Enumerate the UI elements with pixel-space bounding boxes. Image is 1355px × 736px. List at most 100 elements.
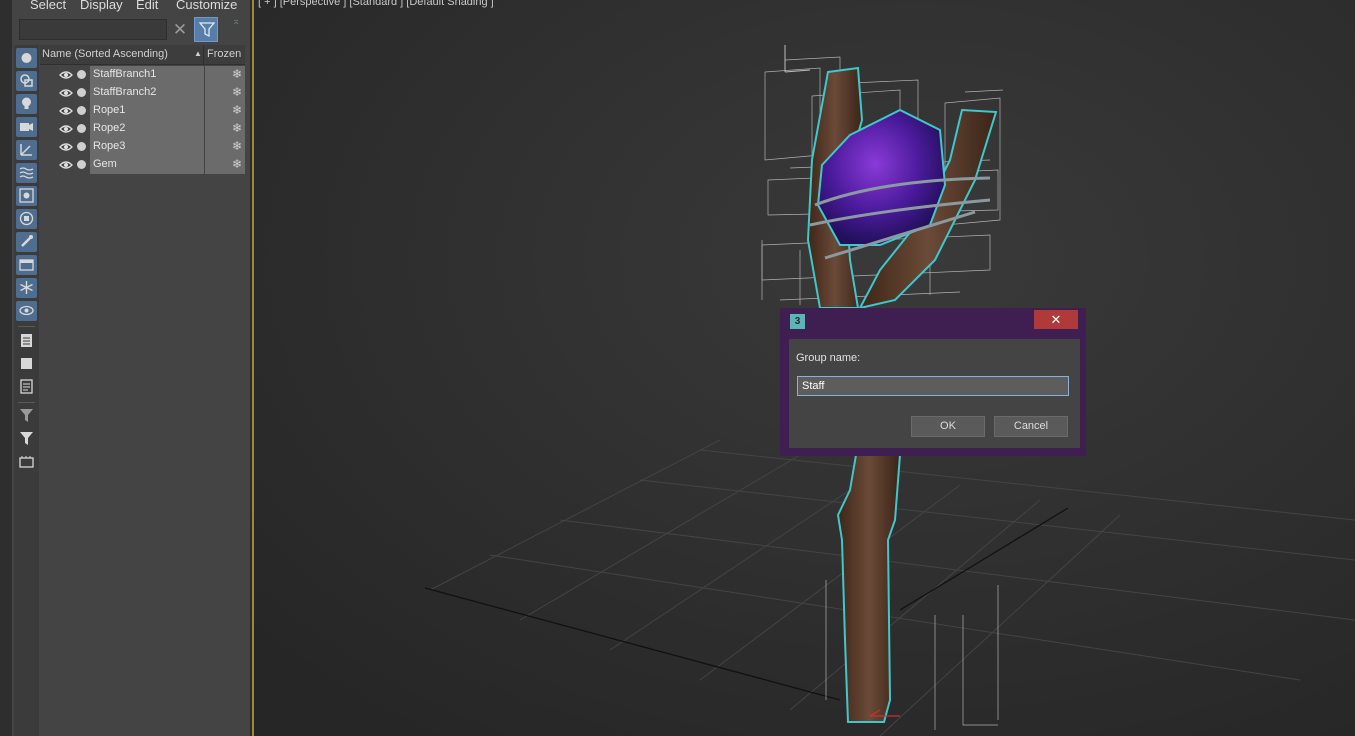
hidden-icon bbox=[19, 305, 34, 316]
snowflake-icon: ❄ bbox=[231, 103, 242, 117]
panel-edge bbox=[0, 0, 12, 736]
render-dot-icon[interactable] bbox=[77, 88, 86, 97]
filter-toggle-button[interactable] bbox=[194, 17, 218, 42]
toolbar-separator bbox=[18, 402, 35, 403]
filter-funnel-icon bbox=[20, 432, 33, 445]
display-lights-button[interactable] bbox=[16, 94, 37, 114]
frozen-cell[interactable]: ❄ bbox=[205, 156, 245, 174]
list-item[interactable]: StaffBranch1 ❄ bbox=[40, 66, 245, 84]
object-name: StaffBranch2 bbox=[93, 86, 157, 98]
pin-icon[interactable]: ⌅ bbox=[232, 16, 240, 27]
frozen-cell[interactable]: ❄ bbox=[205, 138, 245, 156]
layer-explorer-button[interactable] bbox=[16, 331, 37, 351]
object-name-cell[interactable]: Rope1 bbox=[90, 102, 204, 120]
render-dot-icon[interactable] bbox=[77, 106, 86, 115]
ok-button[interactable]: OK bbox=[911, 416, 985, 437]
viewport-label[interactable]: [ + ] [Perspective ] [Standard ] [Defaul… bbox=[258, 0, 494, 8]
visibility-eye-icon[interactable] bbox=[59, 160, 73, 170]
display-frozen-button[interactable] bbox=[16, 278, 37, 298]
visibility-eye-icon[interactable] bbox=[59, 88, 73, 98]
object-name-cell[interactable]: Rope2 bbox=[90, 120, 204, 138]
render-dot-icon[interactable] bbox=[77, 124, 86, 133]
visibility-eye-icon[interactable] bbox=[59, 142, 73, 152]
frozen-icon bbox=[20, 281, 33, 294]
display-xrefs-button[interactable] bbox=[16, 209, 37, 229]
render-dot-icon[interactable] bbox=[77, 160, 86, 169]
visibility-eye-icon[interactable] bbox=[59, 106, 73, 116]
list-item[interactable]: Rope3 ❄ bbox=[40, 138, 245, 156]
filter-icon bbox=[20, 409, 33, 422]
object-name: Rope1 bbox=[93, 104, 126, 116]
render-dot-icon[interactable] bbox=[77, 70, 86, 79]
app-logo-icon: 3 bbox=[790, 314, 805, 329]
snowflake-icon: ❄ bbox=[231, 139, 242, 153]
clear-search-icon[interactable]: ✕ bbox=[171, 19, 189, 41]
shape-icon bbox=[20, 74, 33, 87]
group-name-label: Group name: bbox=[796, 352, 861, 364]
bone-icon bbox=[21, 235, 33, 247]
list-item[interactable]: Rope2 ❄ bbox=[40, 120, 245, 138]
menu-edit[interactable]: Edit bbox=[136, 0, 158, 12]
spacewarp-icon bbox=[19, 167, 34, 179]
group-name-input[interactable] bbox=[797, 376, 1069, 396]
menu-display[interactable]: Display bbox=[80, 0, 123, 12]
list-header: Name (Sorted Ascending) ▲ Frozen bbox=[40, 45, 245, 65]
visibility-eye-icon[interactable] bbox=[59, 124, 73, 134]
explorer-menu-bar: Select Display Edit Customize bbox=[12, 0, 250, 14]
search-input[interactable] bbox=[19, 19, 167, 40]
properties-button[interactable] bbox=[16, 377, 37, 397]
xref-icon bbox=[19, 211, 34, 226]
snowflake-icon: ❄ bbox=[231, 85, 242, 99]
column-header-name[interactable]: Name (Sorted Ascending) bbox=[42, 48, 168, 60]
group-icon bbox=[19, 188, 34, 203]
list-item[interactable]: Gem ❄ bbox=[40, 156, 245, 174]
display-cameras-button[interactable] bbox=[16, 117, 37, 137]
funnel-button[interactable] bbox=[16, 429, 37, 449]
snowflake-icon: ❄ bbox=[231, 157, 242, 171]
explorer-toolbar bbox=[14, 45, 39, 736]
object-name-cell[interactable]: Gem bbox=[90, 156, 204, 174]
stop-icon bbox=[21, 358, 32, 369]
display-spacewarps-button[interactable] bbox=[16, 163, 37, 183]
object-name: StaffBranch1 bbox=[93, 68, 157, 80]
display-bones-button[interactable] bbox=[16, 232, 37, 252]
display-groups-button[interactable] bbox=[16, 186, 37, 206]
column-header-frozen[interactable]: Frozen bbox=[207, 48, 241, 60]
frozen-cell[interactable]: ❄ bbox=[205, 84, 245, 102]
display-geometry-button[interactable] bbox=[16, 48, 37, 68]
list-item[interactable]: Rope1 ❄ bbox=[40, 102, 245, 120]
snowflake-icon: ❄ bbox=[231, 121, 242, 135]
cancel-button[interactable]: Cancel bbox=[994, 416, 1068, 437]
viewport-active-border bbox=[252, 0, 254, 736]
helper-icon bbox=[20, 144, 32, 156]
properties-icon bbox=[20, 379, 33, 394]
list-item[interactable]: StaffBranch2 ❄ bbox=[40, 84, 245, 102]
container-icon bbox=[19, 259, 34, 271]
filter-icon bbox=[199, 22, 215, 38]
filter-options-button[interactable] bbox=[16, 406, 37, 426]
visibility-eye-icon[interactable] bbox=[59, 70, 73, 80]
dialog-close-button[interactable]: ✕ bbox=[1034, 310, 1078, 329]
toolbar-separator bbox=[18, 326, 35, 327]
render-dot-icon[interactable] bbox=[77, 142, 86, 151]
display-shapes-button[interactable] bbox=[16, 71, 37, 91]
object-name: Gem bbox=[93, 158, 117, 170]
frozen-cell[interactable]: ❄ bbox=[205, 120, 245, 138]
column-divider bbox=[203, 45, 204, 64]
display-containers-button[interactable] bbox=[16, 255, 37, 275]
menu-select[interactable]: Select bbox=[30, 0, 66, 12]
selection-set-icon bbox=[19, 456, 34, 468]
object-name-cell[interactable]: Rope3 bbox=[90, 138, 204, 156]
menu-customize[interactable]: Customize bbox=[176, 0, 237, 12]
object-name: Rope2 bbox=[93, 122, 126, 134]
object-name: Rope3 bbox=[93, 140, 126, 152]
object-name-cell[interactable]: StaffBranch2 bbox=[90, 84, 204, 102]
frozen-cell[interactable]: ❄ bbox=[205, 66, 245, 84]
object-name-cell[interactable]: StaffBranch1 bbox=[90, 66, 204, 84]
display-helpers-button[interactable] bbox=[16, 140, 37, 160]
display-hidden-button[interactable] bbox=[16, 301, 37, 321]
stop-button[interactable] bbox=[16, 354, 37, 374]
frozen-cell[interactable]: ❄ bbox=[205, 102, 245, 120]
selection-set-button[interactable] bbox=[16, 452, 37, 472]
layer-icon bbox=[21, 334, 32, 347]
